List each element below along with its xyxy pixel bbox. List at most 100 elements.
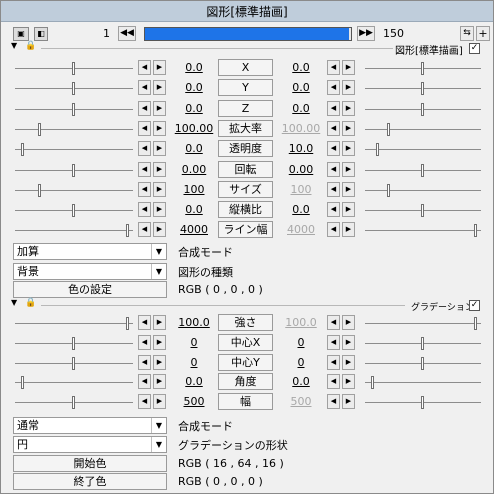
left-value[interactable]: 0 bbox=[169, 356, 219, 369]
param-button[interactable]: サイズ bbox=[218, 180, 273, 198]
left-slider-thumb[interactable] bbox=[38, 122, 41, 136]
increment-right-icon[interactable]: ▶ bbox=[342, 315, 355, 330]
left-slider-track[interactable] bbox=[15, 149, 133, 151]
left-slider-track[interactable] bbox=[15, 323, 133, 324]
param-button[interactable]: 中心Y bbox=[218, 353, 273, 371]
right-slider-thumb[interactable] bbox=[421, 396, 424, 410]
left-slider-track[interactable] bbox=[15, 189, 133, 191]
right-slider-track[interactable] bbox=[365, 323, 481, 324]
right-slider-track[interactable] bbox=[365, 230, 481, 232]
increment-left-icon[interactable]: ▶ bbox=[153, 334, 166, 350]
increment-right-icon[interactable]: ▶ bbox=[342, 202, 355, 218]
right-slider-thumb[interactable] bbox=[474, 317, 477, 330]
increment-right-icon[interactable]: ▶ bbox=[342, 100, 355, 116]
right-slider-track[interactable] bbox=[365, 382, 481, 384]
decrement-right-icon[interactable]: ◀ bbox=[327, 120, 340, 136]
left-value[interactable]: 0.0 bbox=[169, 81, 219, 94]
right-value[interactable]: 0.0 bbox=[276, 81, 326, 94]
lock-icon[interactable]: 🔒 bbox=[25, 41, 36, 51]
right-slider-thumb[interactable] bbox=[421, 336, 424, 350]
increment-left-icon[interactable]: ▶ bbox=[153, 202, 166, 218]
decrement-right-icon[interactable]: ◀ bbox=[327, 100, 340, 116]
left-slider-thumb[interactable] bbox=[72, 336, 75, 350]
shape-type-select[interactable]: 背景 ▼ bbox=[13, 263, 167, 280]
left-value[interactable]: 4000 bbox=[169, 223, 219, 236]
param-button[interactable]: 回転 bbox=[218, 160, 273, 178]
increment-right-icon[interactable]: ▶ bbox=[342, 141, 355, 157]
increment-left-icon[interactable]: ▶ bbox=[153, 315, 166, 330]
increment-right-icon[interactable]: ▶ bbox=[342, 161, 355, 177]
split-icon[interactable]: ◧ bbox=[34, 27, 48, 41]
left-slider-thumb[interactable] bbox=[72, 356, 75, 370]
left-value[interactable]: 500 bbox=[169, 395, 219, 408]
increment-left-icon[interactable]: ▶ bbox=[153, 181, 166, 197]
left-slider-thumb[interactable] bbox=[21, 143, 24, 157]
right-value[interactable]: 0.0 bbox=[276, 102, 326, 115]
right-value[interactable]: 0.0 bbox=[276, 203, 326, 216]
decrement-right-icon[interactable]: ◀ bbox=[327, 394, 340, 410]
collapse-triangle-icon[interactable]: ▼ bbox=[11, 41, 17, 50]
param-button[interactable]: 拡大率 bbox=[218, 119, 273, 137]
forward-icon[interactable]: ▶▶ bbox=[357, 26, 375, 41]
decrement-left-icon[interactable]: ◀ bbox=[138, 120, 151, 136]
end-color-button[interactable]: 終了色 bbox=[13, 473, 167, 490]
left-value[interactable]: 0.0 bbox=[169, 375, 219, 388]
right-slider-thumb[interactable] bbox=[421, 163, 424, 177]
left-value[interactable]: 0.0 bbox=[169, 102, 219, 115]
right-slider-thumb[interactable] bbox=[421, 356, 424, 370]
left-slider-thumb[interactable] bbox=[72, 204, 75, 218]
right-value[interactable]: 0 bbox=[276, 336, 326, 349]
left-slider-thumb[interactable] bbox=[72, 82, 75, 96]
increment-left-icon[interactable]: ▶ bbox=[153, 374, 166, 390]
increment-right-icon[interactable]: ▶ bbox=[342, 181, 355, 197]
left-slider-thumb[interactable] bbox=[38, 183, 41, 197]
decrement-right-icon[interactable]: ◀ bbox=[327, 181, 340, 197]
decrement-right-icon[interactable]: ◀ bbox=[327, 334, 340, 350]
increment-left-icon[interactable]: ▶ bbox=[153, 100, 166, 116]
right-slider-thumb[interactable] bbox=[387, 122, 390, 136]
right-value[interactable]: 0.00 bbox=[276, 163, 326, 176]
increment-right-icon[interactable]: ▶ bbox=[342, 80, 355, 96]
increment-left-icon[interactable]: ▶ bbox=[153, 60, 166, 75]
start-color-button[interactable]: 開始色 bbox=[13, 455, 167, 472]
rewind-icon[interactable]: ◀◀ bbox=[118, 26, 136, 41]
blend-mode-select-1[interactable]: 加算 ▼ bbox=[13, 243, 167, 260]
left-slider-thumb[interactable] bbox=[72, 62, 75, 75]
gradient-shape-select[interactable]: 円 ▼ bbox=[13, 436, 167, 453]
decrement-left-icon[interactable]: ◀ bbox=[138, 60, 151, 75]
left-value[interactable]: 0.0 bbox=[169, 61, 219, 74]
lock-icon[interactable]: 🔒 bbox=[25, 298, 36, 308]
right-slider-thumb[interactable] bbox=[387, 183, 390, 197]
decrement-right-icon[interactable]: ◀ bbox=[327, 141, 340, 157]
right-slider-track[interactable] bbox=[365, 149, 481, 151]
decrement-left-icon[interactable]: ◀ bbox=[138, 354, 151, 370]
decrement-right-icon[interactable]: ◀ bbox=[327, 60, 340, 75]
increment-right-icon[interactable]: ▶ bbox=[342, 334, 355, 350]
decrement-right-icon[interactable]: ◀ bbox=[327, 315, 340, 330]
right-value[interactable]: 4000 bbox=[276, 223, 326, 236]
left-value[interactable]: 100.0 bbox=[169, 316, 219, 329]
right-slider-track[interactable] bbox=[365, 128, 481, 130]
right-value[interactable]: 100.00 bbox=[276, 122, 326, 135]
param-button[interactable]: 幅 bbox=[218, 393, 273, 411]
decrement-left-icon[interactable]: ◀ bbox=[138, 334, 151, 350]
camera-icon[interactable]: ▣ bbox=[13, 27, 29, 41]
decrement-right-icon[interactable]: ◀ bbox=[327, 354, 340, 370]
param-button[interactable]: 角度 bbox=[218, 373, 273, 391]
left-slider-track[interactable] bbox=[15, 128, 133, 130]
increment-left-icon[interactable]: ▶ bbox=[153, 120, 166, 136]
increment-left-icon[interactable]: ▶ bbox=[153, 80, 166, 96]
decrement-left-icon[interactable]: ◀ bbox=[138, 222, 151, 238]
right-value[interactable]: 500 bbox=[276, 395, 326, 408]
increment-right-icon[interactable]: ▶ bbox=[342, 354, 355, 370]
decrement-left-icon[interactable]: ◀ bbox=[138, 100, 151, 116]
right-value[interactable]: 0.0 bbox=[276, 375, 326, 388]
param-button[interactable]: ライン幅 bbox=[218, 221, 273, 239]
collapse-triangle-icon[interactable]: ▼ bbox=[11, 298, 17, 307]
increment-right-icon[interactable]: ▶ bbox=[342, 60, 355, 75]
right-slider-thumb[interactable] bbox=[421, 82, 424, 96]
decrement-right-icon[interactable]: ◀ bbox=[327, 161, 340, 177]
link-icon[interactable]: ⇆ bbox=[460, 26, 474, 41]
left-slider-thumb[interactable] bbox=[21, 376, 24, 390]
left-slider-thumb[interactable] bbox=[126, 224, 129, 238]
